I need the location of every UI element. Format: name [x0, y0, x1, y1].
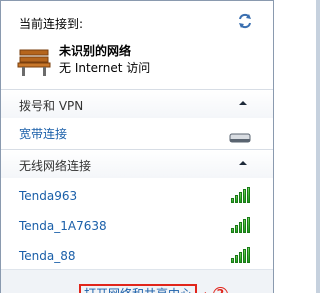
wifi-network-label: Tenda_88 — [19, 249, 76, 263]
wifi-network-label: Tenda963 — [19, 189, 78, 203]
wireless-section-header[interactable]: 无线网络连接 — [1, 150, 273, 178]
scrollbar[interactable] — [316, 0, 320, 293]
refresh-icon[interactable] — [237, 13, 253, 29]
network-status: 无 Internet 访问 — [59, 61, 151, 75]
connection-label: 宽带连接 — [19, 127, 68, 141]
signal-bars-icon — [231, 187, 251, 203]
collapse-caret-icon[interactable] — [239, 101, 247, 105]
signal-bars-icon — [231, 247, 251, 263]
network-name: 未识别的网络 — [59, 44, 132, 58]
connection-broadband[interactable]: 宽带连接 — [1, 119, 273, 145]
current-network: 未识别的网络 无 Internet 访问 — [15, 41, 255, 81]
open-network-sharing-center-link[interactable]: 打开网络和共享中心 — [79, 284, 198, 293]
signal-bars-icon — [231, 217, 251, 233]
dialup-section-header[interactable]: 拨号和 VPN — [1, 90, 273, 118]
bench-icon — [17, 43, 51, 77]
collapse-caret-icon[interactable] — [239, 161, 247, 165]
connected-to-header: 当前连接到: — [19, 17, 84, 31]
modem-icon — [229, 128, 251, 143]
flyout-footer: 打开网络和共享中心 2 — [1, 269, 273, 293]
network-flyout: 当前连接到: 未识别的网络 无 Internet 访问 拨号和 VPN 宽带连接 — [0, 0, 274, 293]
wireless-section-title: 无线网络连接 — [19, 159, 92, 173]
wifi-network-label: Tenda_1A7638 — [19, 219, 107, 233]
annotation-callout-number: 2 — [213, 287, 228, 293]
dialup-section-title: 拨号和 VPN — [19, 99, 84, 113]
wifi-network-item[interactable]: Tenda963 — [1, 183, 273, 209]
wifi-network-item[interactable]: Tenda_1A7638 — [1, 213, 273, 239]
wifi-network-item[interactable]: Tenda_88 — [1, 243, 273, 269]
